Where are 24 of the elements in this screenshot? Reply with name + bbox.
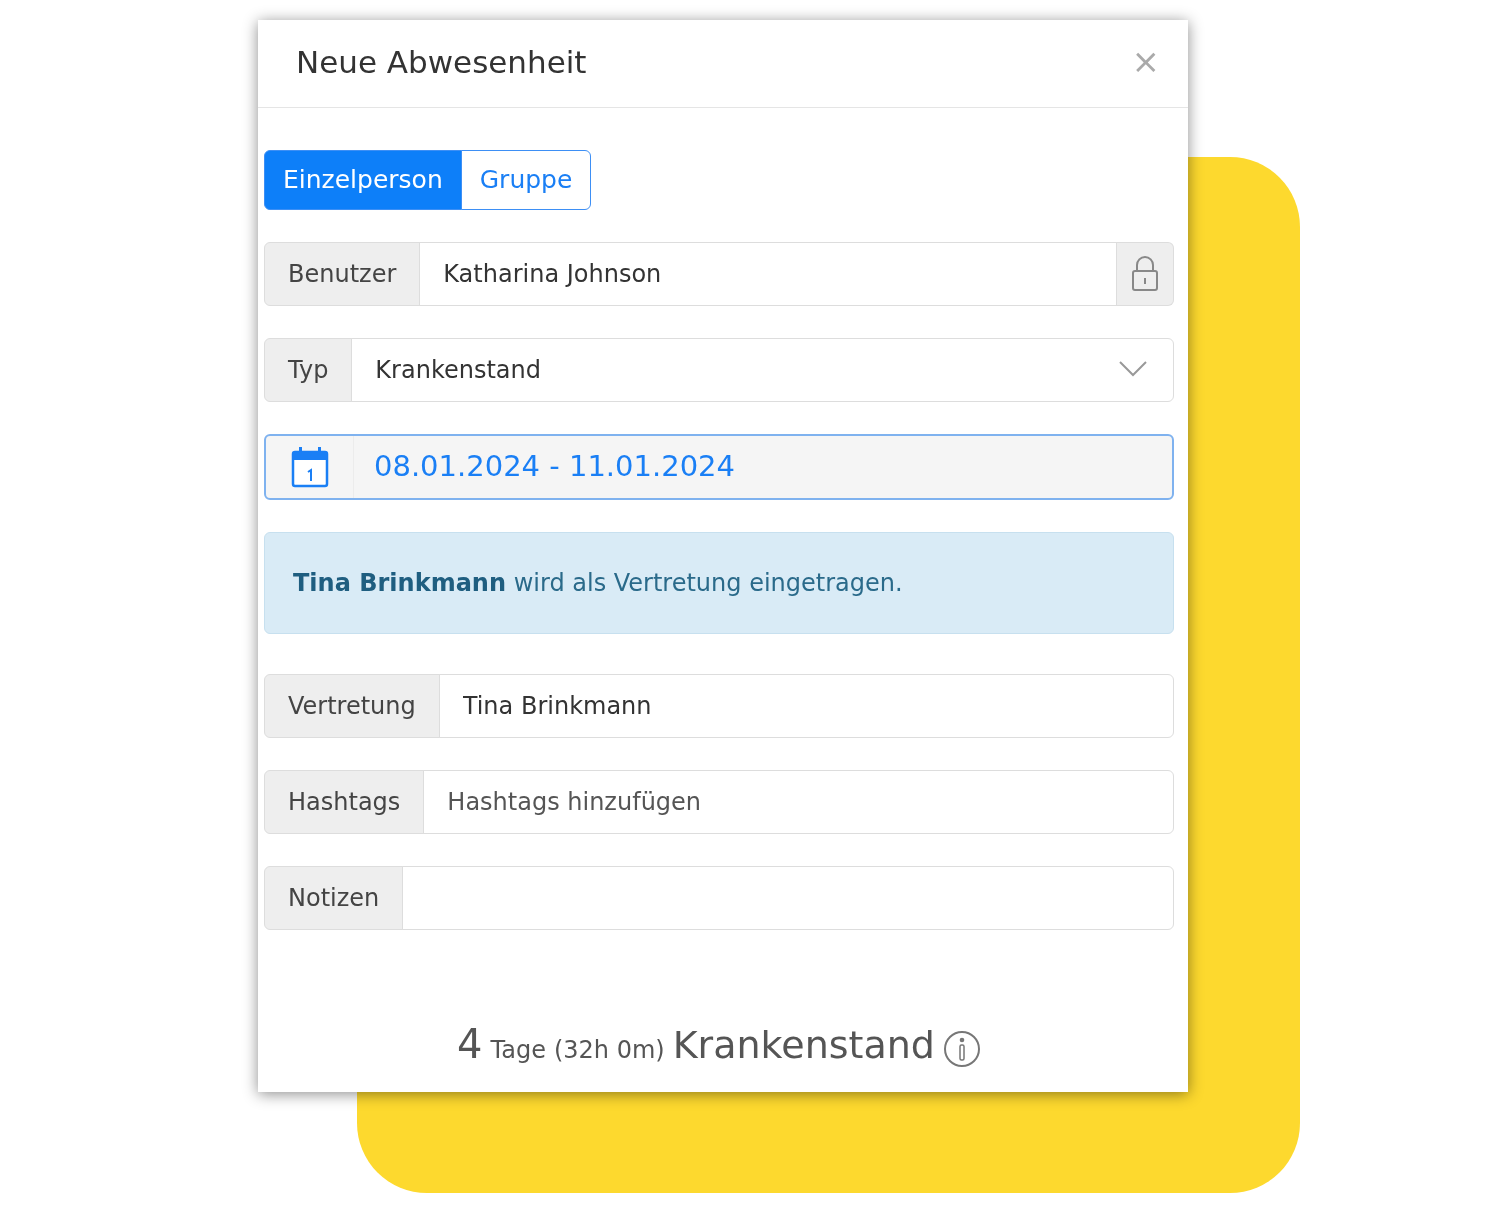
- input-field[interactable]: [402, 865, 1174, 930]
- calendar-icon: [290, 445, 329, 488]
- field-label: Hashtags: [264, 769, 425, 834]
- dialog-title: Neue Abwesenheit: [296, 44, 587, 82]
- field-label: Typ: [264, 337, 353, 402]
- toggle-tab[interactable]: Einzelperson: [264, 150, 462, 210]
- day-count: 4: [457, 1020, 483, 1069]
- info-message: Tina Brinkmann wird als Vertretung eingetragen.: [264, 531, 1174, 634]
- info-icon[interactable]: [942, 1030, 981, 1068]
- unit-label: Tage: [490, 1035, 546, 1066]
- hours-label: (32h 0m): [553, 1035, 665, 1066]
- field-label: Notizen: [264, 865, 404, 930]
- close-button[interactable]: ×: [1131, 44, 1160, 78]
- field-label: Benutzer: [264, 241, 421, 306]
- absence-type: Krankenstand: [672, 1022, 935, 1069]
- input-field[interactable]: Hashtags hinzufügen: [423, 769, 1174, 834]
- select-field[interactable]: Krankenstand: [351, 337, 1174, 402]
- date-range-field[interactable]: 08.01.2024 - 11.01.2024: [264, 433, 1174, 500]
- input-field[interactable]: Katharina Johnson: [419, 241, 1117, 306]
- field-label: Vertretung: [264, 673, 440, 738]
- chevron-down-icon: [1118, 359, 1148, 378]
- lock-icon: [1131, 255, 1159, 292]
- input-field[interactable]: Tina Brinkmann: [438, 673, 1174, 738]
- toggle-tab[interactable]: Gruppe: [460, 150, 592, 210]
